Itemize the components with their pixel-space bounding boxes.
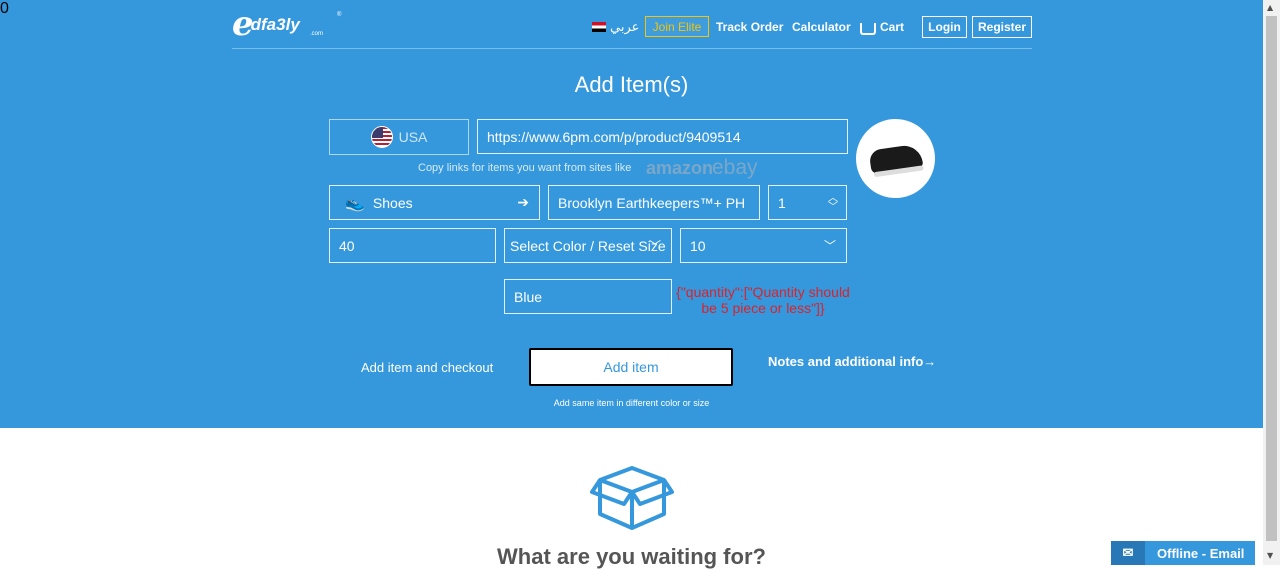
notes-label: Notes and additional info: [768, 354, 924, 369]
quantity-value: 1: [778, 194, 786, 211]
length-value: 10: [690, 237, 706, 254]
color-select-label: Select Color / Reset Size: [510, 237, 666, 254]
egypt-flag-icon: [592, 22, 606, 32]
logo-com: .com: [310, 31, 324, 37]
box-icon: [590, 466, 674, 530]
quantity-error-message: {"quantity":["Quantity should be 5 piece…: [676, 284, 850, 316]
arrow-right-icon: →: [923, 354, 937, 369]
category-select[interactable]: 👟 Shoes ➔: [329, 185, 540, 220]
size-input[interactable]: 40: [329, 228, 496, 263]
mail-icon: ✉: [1111, 541, 1145, 565]
cart-label: Cart: [880, 20, 905, 34]
cart-icon: [860, 23, 876, 35]
add-item-button[interactable]: Add item: [529, 348, 733, 386]
spinner-icon[interactable]: ︿ ﹀: [828, 193, 838, 212]
site-logo[interactable]: e dfa3ly .com ®: [232, 6, 341, 42]
color-input[interactable]: Blue: [504, 279, 672, 314]
logo-trademark: ®: [337, 12, 342, 18]
notes-link[interactable]: Notes and additional info→: [768, 354, 936, 369]
cart-link[interactable]: Cart: [860, 16, 904, 38]
add-and-checkout-link[interactable]: Add item and checkout: [361, 360, 493, 375]
color-select[interactable]: Select Color / Reset Size ﹀: [504, 228, 672, 263]
join-elite-button[interactable]: Join Elite: [645, 16, 709, 37]
register-button[interactable]: Register: [972, 16, 1032, 38]
hero-section: e dfa3ly .com ® عربي Join Elite Track Or…: [0, 0, 1263, 428]
logo-text: dfa3ly: [250, 15, 300, 34]
page-scrollbar[interactable]: ▲ ▼: [1263, 0, 1280, 565]
page-title: Add Item(s): [574, 72, 689, 97]
copy-links-hint: Copy links for items you want from sites…: [418, 162, 632, 174]
scrollbar-thumb[interactable]: [1266, 16, 1277, 541]
length-select[interactable]: 10 ﹀: [680, 228, 847, 263]
offline-label: Offline - Email: [1157, 545, 1245, 561]
country-select[interactable]: USA: [329, 119, 469, 155]
usa-flag-icon: [370, 126, 393, 148]
product-url-input[interactable]: https://www.6pm.com/p/product/9409514: [477, 119, 848, 154]
quantity-stepper[interactable]: 1 ︿ ﹀: [768, 185, 847, 220]
promo-heading: What are you waiting for?: [497, 544, 766, 569]
login-button[interactable]: Login: [922, 16, 967, 38]
product-thumbnail: [856, 119, 935, 198]
chevron-down-icon: ﹀: [648, 239, 661, 253]
language-label: عربي: [610, 19, 640, 34]
amazon-logo[interactable]: amazon: [646, 158, 713, 179]
calculator-link[interactable]: Calculator: [792, 16, 851, 38]
item-name-input[interactable]: Brooklyn Earthkeepers™+ PH: [548, 185, 760, 220]
header-divider: [232, 48, 1032, 49]
arrow-right-icon: ➔: [517, 194, 529, 210]
scroll-up-icon[interactable]: ▲: [1267, 3, 1273, 12]
offline-email-chat[interactable]: ✉ Offline - Email: [1111, 541, 1255, 565]
shoe-image: [868, 142, 923, 175]
add-same-item-link[interactable]: Add same item in different color or size: [0, 398, 1263, 408]
track-order-link[interactable]: Track Order: [716, 16, 783, 38]
shoe-category-icon: 👟: [345, 194, 365, 212]
category-label: Shoes: [372, 194, 413, 211]
chevron-down-icon: ﹀: [823, 239, 836, 253]
language-switch[interactable]: عربي: [592, 16, 639, 38]
country-label: USA: [398, 129, 428, 145]
scroll-down-icon[interactable]: ▼: [1267, 551, 1273, 560]
ebay-logo[interactable]: ebay: [712, 156, 758, 180]
